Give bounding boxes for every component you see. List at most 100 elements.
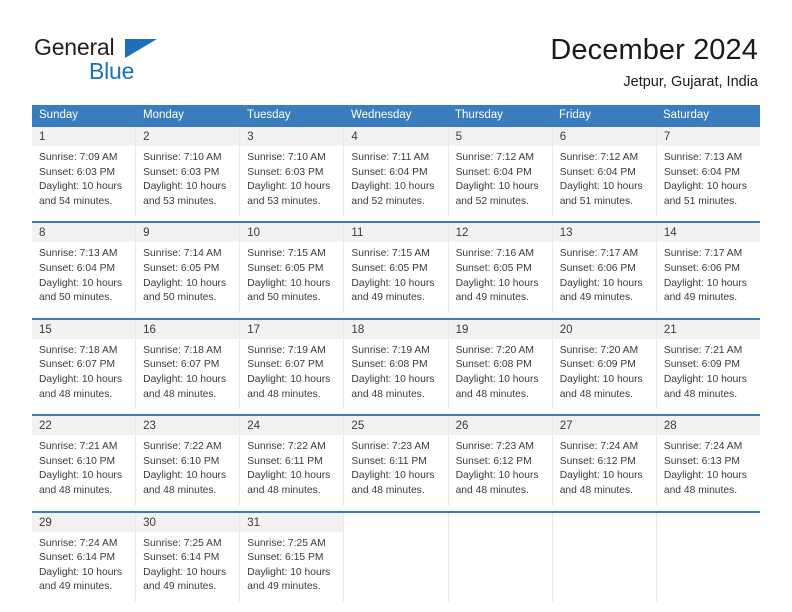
calendar-week-row: 22 Sunrise: 7:21 AM Sunset: 6:10 PM Dayligh… <box>32 414 760 506</box>
day-number-band: 5 <box>448 127 552 146</box>
day-detail-line: and 48 minutes. <box>143 484 217 496</box>
day-cell[interactable]: 3 Sunrise: 7:10 AM Sunset: 6:03 PM Daylight… <box>240 127 345 217</box>
day-cell[interactable]: 7 Sunrise: 7:13 AM Sunset: 6:04 PM Daylight… <box>656 127 760 217</box>
day-cell[interactable]: 22 Sunrise: 7:21 AM Sunset: 6:10 PM Dayligh… <box>32 416 137 506</box>
day-cell[interactable]: 16 Sunrise: 7:18 AM Sunset: 6:07 PM Dayligh… <box>136 319 241 410</box>
day-details: Sunrise: 7:22 AM Sunset: 6:11 PM Daylight:… <box>240 435 343 505</box>
day-detail-line: Sunset: 6:10 PM <box>39 455 116 467</box>
day-details: Sunrise: 7:20 AM Sunset: 6:08 PM Daylight:… <box>449 339 552 409</box>
day-number-band: 22 <box>32 416 136 436</box>
day-detail-line: Sunset: 6:08 PM <box>455 359 532 371</box>
day-cell[interactable]: 24 Sunrise: 7:22 AM Sunset: 6:11 PM Dayligh… <box>240 416 345 506</box>
day-number: 4 <box>351 131 358 143</box>
day-cell[interactable]: 20 Sunrise: 7:20 AM Sunset: 6:09 PM Dayligh… <box>552 319 657 410</box>
day-number-band: 12 <box>448 223 552 243</box>
day-cell-empty <box>656 512 760 602</box>
day-cell[interactable]: 29 Sunrise: 7:24 AM Sunset: 6:14 PM Dayligh… <box>32 512 137 602</box>
day-detail-line: Daylight: 10 hours <box>39 181 122 193</box>
day-number-band: 19 <box>448 319 552 339</box>
day-cell[interactable]: 2 Sunrise: 7:10 AM Sunset: 6:03 PM Daylight… <box>136 127 241 217</box>
day-details: Sunrise: 7:19 AM Sunset: 6:07 PM Daylight:… <box>240 339 343 409</box>
weekday-header-thursday: Thursday <box>455 109 503 121</box>
day-details: Sunrise: 7:22 AM Sunset: 6:10 PM Daylight:… <box>136 435 239 505</box>
day-number: 13 <box>559 227 573 240</box>
day-detail-line: Daylight: 10 hours <box>247 566 331 578</box>
day-number-band: 26 <box>448 416 552 436</box>
day-number-band: 11 <box>344 223 448 243</box>
day-number-band: 23 <box>136 416 240 436</box>
day-detail-line: Sunrise: 7:23 AM <box>351 441 430 453</box>
day-cell[interactable]: 19 Sunrise: 7:20 AM Sunset: 6:08 PM Dayligh… <box>448 319 553 410</box>
day-cell[interactable]: 5 Sunrise: 7:12 AM Sunset: 6:04 PM Daylight… <box>448 127 553 217</box>
day-cell[interactable]: 25 Sunrise: 7:23 AM Sunset: 6:11 PM Dayligh… <box>344 416 449 506</box>
general-blue-logo[interactable]: General Blue <box>32 34 232 90</box>
day-detail-line: Sunrise: 7:11 AM <box>351 152 430 163</box>
day-detail-line: Daylight: 10 hours <box>559 277 643 289</box>
day-detail-line: Sunset: 6:07 PM <box>247 359 324 371</box>
day-detail-line: Sunrise: 7:17 AM <box>559 248 639 260</box>
day-number: 7 <box>663 131 671 143</box>
day-cell[interactable]: 30 Sunrise: 7:25 AM Sunset: 6:14 PM Dayligh… <box>136 512 241 602</box>
day-number-band: 4 <box>344 127 448 146</box>
day-detail-line: and 54 minutes. <box>39 195 113 207</box>
page-header: General Blue December 2024 Jetpur, Gujar… <box>32 34 758 96</box>
day-detail-line: Sunset: 6:09 PM <box>663 359 740 371</box>
day-detail-line: Sunset: 6:14 PM <box>39 552 116 564</box>
day-details: Sunrise: 7:14 AM Sunset: 6:05 PM Daylight:… <box>136 242 239 312</box>
day-number: 15 <box>39 323 52 336</box>
day-number: 9 <box>143 227 150 240</box>
day-cell[interactable]: 1 Sunrise: 7:09 AM Sunset: 6:03 PM Daylight… <box>32 127 137 217</box>
day-cell[interactable]: 9 Sunrise: 7:14 AM Sunset: 6:05 PM Daylight… <box>136 223 241 313</box>
day-detail-line: Daylight: 10 hours <box>455 373 539 385</box>
day-detail-line: and 49 minutes. <box>559 292 633 304</box>
day-cell[interactable]: 15 Sunrise: 7:18 AM Sunset: 6:07 PM Dayligh… <box>32 319 137 410</box>
day-details: Sunrise: 7:15 AM Sunset: 6:05 PM Daylight:… <box>344 242 447 312</box>
day-detail-line: Sunset: 6:04 PM <box>663 166 740 178</box>
day-number: 21 <box>663 323 677 336</box>
day-detail-line: Sunrise: 7:09 AM <box>39 152 118 163</box>
day-cell[interactable]: 28 Sunrise: 7:24 AM Sunset: 6:13 PM Dayligh… <box>656 416 760 506</box>
day-number: 17 <box>247 323 261 336</box>
day-detail-line: Sunset: 6:09 PM <box>559 359 636 371</box>
day-number-band <box>552 512 656 532</box>
day-detail-line: Daylight: 10 hours <box>663 277 747 289</box>
day-cell[interactable]: 4 Sunrise: 7:11 AM Sunset: 6:04 PM Daylight… <box>344 127 449 217</box>
day-cell[interactable]: 18 Sunrise: 7:19 AM Sunset: 6:08 PM Dayligh… <box>344 319 449 410</box>
day-cell[interactable]: 31 Sunrise: 7:25 AM Sunset: 6:15 PM Dayligh… <box>240 512 345 602</box>
day-number-band: 27 <box>552 416 656 436</box>
day-detail-line: Daylight: 10 hours <box>351 470 435 482</box>
day-number-band: 20 <box>552 319 656 339</box>
day-cell[interactable]: 17 Sunrise: 7:19 AM Sunset: 6:07 PM Dayligh… <box>240 319 345 410</box>
day-detail-line: Sunrise: 7:18 AM <box>39 344 118 356</box>
day-cell[interactable]: 27 Sunrise: 7:24 AM Sunset: 6:12 PM Dayligh… <box>552 416 657 506</box>
day-number: 8 <box>39 227 46 240</box>
day-cell[interactable]: 23 Sunrise: 7:22 AM Sunset: 6:10 PM Dayligh… <box>136 416 241 506</box>
weekday-header-tuesday: Tuesday <box>247 109 291 121</box>
day-cell[interactable]: 13 Sunrise: 7:17 AM Sunset: 6:06 PM Dayligh… <box>552 223 657 313</box>
day-details: Sunrise: 7:12 AM Sunset: 6:04 PM Daylight:… <box>449 146 552 216</box>
day-detail-line: Daylight: 10 hours <box>247 470 331 482</box>
day-cell[interactable]: 10 Sunrise: 7:15 AM Sunset: 6:05 PM Dayligh… <box>240 223 345 313</box>
day-details <box>344 532 447 544</box>
day-detail-line: Sunrise: 7:25 AM <box>143 537 222 549</box>
day-cell[interactable]: 26 Sunrise: 7:23 AM Sunset: 6:12 PM Dayligh… <box>448 416 553 506</box>
day-detail-line: Sunset: 6:04 PM <box>39 262 116 274</box>
day-detail-line: Sunset: 6:04 PM <box>351 166 428 178</box>
day-cell-empty <box>344 512 449 602</box>
day-detail-line: Sunrise: 7:24 AM <box>663 441 743 453</box>
day-cell[interactable]: 14 Sunrise: 7:17 AM Sunset: 6:06 PM Dayligh… <box>656 223 760 313</box>
day-number: 30 <box>143 516 156 529</box>
day-number-band: 6 <box>552 127 656 146</box>
day-detail-line: Daylight: 10 hours <box>351 373 435 385</box>
day-cell[interactable]: 6 Sunrise: 7:12 AM Sunset: 6:04 PM Daylight… <box>552 127 657 217</box>
day-detail-line: Sunrise: 7:20 AM <box>559 344 639 356</box>
day-cell[interactable]: 21 Sunrise: 7:21 AM Sunset: 6:09 PM Dayligh… <box>656 319 760 410</box>
day-number: 27 <box>559 420 573 433</box>
day-cell[interactable]: 12 Sunrise: 7:16 AM Sunset: 6:05 PM Dayligh… <box>448 223 553 313</box>
calendar-weeks: 1 Sunrise: 7:09 AM Sunset: 6:03 PM Daylight… <box>32 125 760 602</box>
day-cell[interactable]: 11 Sunrise: 7:15 AM Sunset: 6:05 PM Dayligh… <box>344 223 449 313</box>
day-detail-line: Sunrise: 7:13 AM <box>663 152 743 163</box>
day-cell[interactable]: 8 Sunrise: 7:13 AM Sunset: 6:04 PM Daylight… <box>32 223 137 313</box>
day-number-band: 9 <box>136 223 240 243</box>
day-number: 24 <box>247 420 261 433</box>
